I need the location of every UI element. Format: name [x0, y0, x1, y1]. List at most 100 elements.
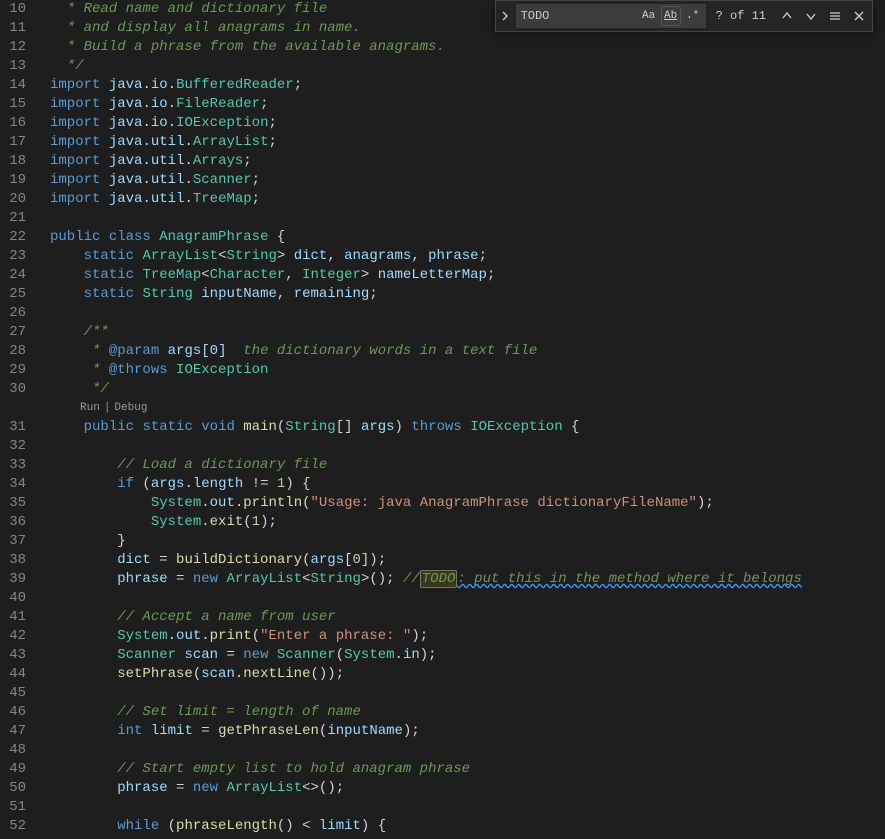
- line-number: 38: [6, 551, 26, 570]
- line-number: 31: [6, 418, 26, 437]
- line-number: 23: [6, 247, 26, 266]
- line-number: 45: [6, 684, 26, 703]
- code-line[interactable]: import java.io.FileReader;: [50, 95, 885, 114]
- line-number: 51: [6, 798, 26, 817]
- code-line[interactable]: import java.io.IOException;: [50, 114, 885, 133]
- code-line[interactable]: public static void main(String[] args) t…: [50, 418, 885, 437]
- line-number: 47: [6, 722, 26, 741]
- find-widget: Aa Ab .* ? of 11: [495, 0, 873, 32]
- code-line[interactable]: // Load a dictionary file: [50, 456, 885, 475]
- code-line[interactable]: static String inputName, remaining;: [50, 285, 885, 304]
- line-number: 35: [6, 494, 26, 513]
- line-number: 41: [6, 608, 26, 627]
- line-number: 24: [6, 266, 26, 285]
- find-prev-icon[interactable]: [776, 5, 798, 27]
- code-editor[interactable]: 1011121314151617181920212223242526272829…: [0, 0, 885, 839]
- line-number: 20: [6, 190, 26, 209]
- code-line[interactable]: static ArrayList<String> dict, anagrams,…: [50, 247, 885, 266]
- line-number: 36: [6, 513, 26, 532]
- regex-icon[interactable]: .*: [683, 6, 703, 26]
- codelens-run[interactable]: Run: [80, 399, 100, 418]
- match-case-icon[interactable]: Aa: [639, 6, 659, 26]
- find-in-selection-icon[interactable]: [824, 5, 846, 27]
- code-line[interactable]: // Set limit = length of name: [50, 703, 885, 722]
- line-number: 10: [6, 0, 26, 19]
- codelens: Run|Debug: [50, 399, 885, 418]
- code-line[interactable]: // Accept a name from user: [50, 608, 885, 627]
- line-number: 18: [6, 152, 26, 171]
- code-line[interactable]: Scanner scan = new Scanner(System.in);: [50, 646, 885, 665]
- close-icon[interactable]: [848, 5, 870, 27]
- code-line[interactable]: import java.io.BufferedReader;: [50, 76, 885, 95]
- find-input[interactable]: [517, 9, 639, 23]
- code-line[interactable]: */: [50, 57, 885, 76]
- line-number: 29: [6, 361, 26, 380]
- code-line[interactable]: [50, 304, 885, 323]
- find-result-count: ? of 11: [708, 7, 774, 26]
- code-line[interactable]: }: [50, 532, 885, 551]
- code-line[interactable]: while (phraseLength() < limit) {: [50, 817, 885, 836]
- code-line[interactable]: // Start empty list to hold anagram phra…: [50, 760, 885, 779]
- code-line[interactable]: dict = buildDictionary(args[0]);: [50, 551, 885, 570]
- code-line[interactable]: phrase = new ArrayList<>();: [50, 779, 885, 798]
- line-number: 19: [6, 171, 26, 190]
- code-line[interactable]: static TreeMap<Character, Integer> nameL…: [50, 266, 885, 285]
- code-line[interactable]: import java.util.ArrayList;: [50, 133, 885, 152]
- line-number: 22: [6, 228, 26, 247]
- code-line[interactable]: [50, 741, 885, 760]
- code-line[interactable]: */: [50, 380, 885, 399]
- code-line[interactable]: System.exit(1);: [50, 513, 885, 532]
- code-line[interactable]: import java.util.TreeMap;: [50, 190, 885, 209]
- line-number: 40: [6, 589, 26, 608]
- code-line[interactable]: int limit = getPhraseLen(inputName);: [50, 722, 885, 741]
- line-number: 26: [6, 304, 26, 323]
- code-line[interactable]: if (args.length != 1) {: [50, 475, 885, 494]
- code-line[interactable]: /**: [50, 323, 885, 342]
- find-next-icon[interactable]: [800, 5, 822, 27]
- line-number: 14: [6, 76, 26, 95]
- code-line[interactable]: * @throws IOException: [50, 361, 885, 380]
- line-number: 34: [6, 475, 26, 494]
- line-number: 49: [6, 760, 26, 779]
- codelens-debug[interactable]: Debug: [114, 399, 147, 418]
- code-line[interactable]: System.out.println("Usage: java AnagramP…: [50, 494, 885, 513]
- line-number: 25: [6, 285, 26, 304]
- find-input-wrap: Aa Ab .*: [516, 4, 706, 28]
- code-line[interactable]: public class AnagramPhrase {: [50, 228, 885, 247]
- code-line[interactable]: [50, 798, 885, 817]
- line-number: 37: [6, 532, 26, 551]
- code-line[interactable]: import java.util.Arrays;: [50, 152, 885, 171]
- code-line[interactable]: * @param args[0] the dictionary words in…: [50, 342, 885, 361]
- line-number: 43: [6, 646, 26, 665]
- line-number: 42: [6, 627, 26, 646]
- code-line[interactable]: setPhrase(scan.nextLine());: [50, 665, 885, 684]
- line-number: 21: [6, 209, 26, 228]
- toggle-replace-icon[interactable]: [496, 1, 514, 31]
- line-number: 11: [6, 19, 26, 38]
- code-line[interactable]: [50, 684, 885, 703]
- line-number: 48: [6, 741, 26, 760]
- line-number: 50: [6, 779, 26, 798]
- line-number: 30: [6, 380, 26, 399]
- code-line[interactable]: [50, 437, 885, 456]
- line-number-gutter: 1011121314151617181920212223242526272829…: [0, 0, 44, 839]
- code-line[interactable]: phrase = new ArrayList<String>(); //TODO…: [50, 570, 885, 589]
- line-number: 16: [6, 114, 26, 133]
- code-line[interactable]: [50, 589, 885, 608]
- line-number: 44: [6, 665, 26, 684]
- match-whole-word-icon[interactable]: Ab: [661, 6, 681, 26]
- code-line[interactable]: * Build a phrase from the available anag…: [50, 38, 885, 57]
- line-number: 15: [6, 95, 26, 114]
- line-number: 32: [6, 437, 26, 456]
- line-number: 39: [6, 570, 26, 589]
- line-number: 33: [6, 456, 26, 475]
- line-number: 13: [6, 57, 26, 76]
- line-number: 28: [6, 342, 26, 361]
- code-line[interactable]: System.out.print("Enter a phrase: ");: [50, 627, 885, 646]
- line-number: 17: [6, 133, 26, 152]
- line-number: 12: [6, 38, 26, 57]
- code-line[interactable]: [50, 209, 885, 228]
- line-number: 46: [6, 703, 26, 722]
- code-area[interactable]: * Read name and dictionary file * and di…: [44, 0, 885, 839]
- code-line[interactable]: import java.util.Scanner;: [50, 171, 885, 190]
